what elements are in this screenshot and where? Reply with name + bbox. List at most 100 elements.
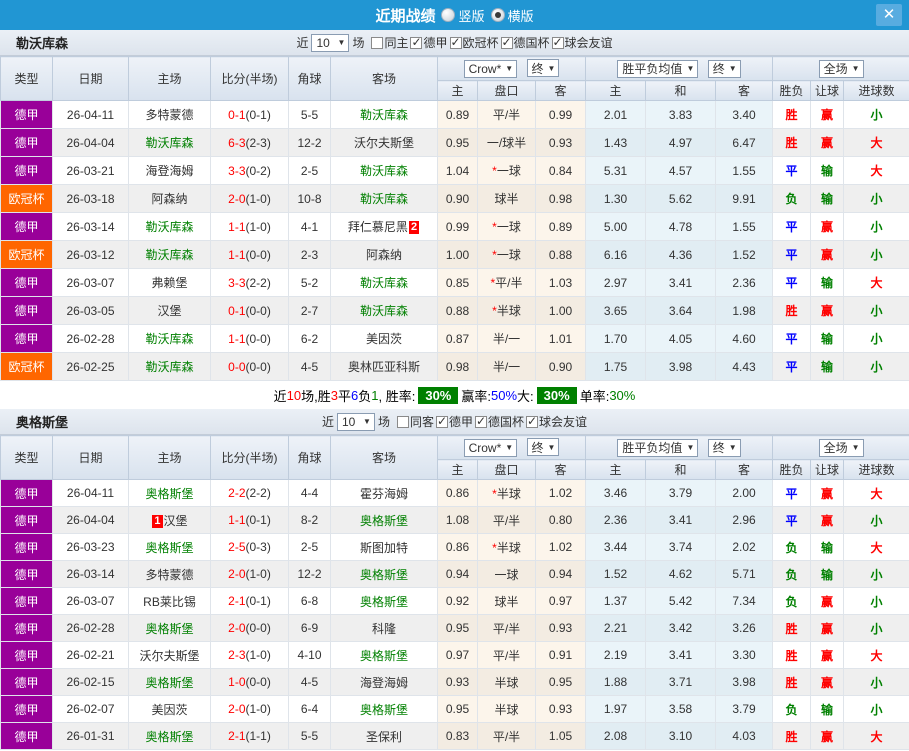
odds-away-cell: 0.88 xyxy=(536,241,586,269)
score-cell: 0-1(0-0) xyxy=(211,297,289,325)
match-row: 欧冠杯26-02-25勒沃库森0-0(0-0)4-5奥林匹亚科斯0.98半/一0… xyxy=(1,353,909,381)
odds-time-select[interactable]: 终▼ xyxy=(527,438,560,456)
score-cell: 1-0(0-0) xyxy=(211,669,289,696)
match-count-select[interactable]: 10 ▼ xyxy=(337,413,375,431)
league-type-cell: 德甲 xyxy=(1,269,53,297)
star-marker: * xyxy=(492,487,497,501)
col-header-handicap: 盘口 xyxy=(478,81,536,101)
col-header-avg-home: 主 xyxy=(586,460,646,480)
chevron-down-icon: ▼ xyxy=(505,64,513,73)
filter-checkbox-同客[interactable]: 同客 xyxy=(397,413,434,430)
result-goals-cell: 大 xyxy=(844,480,909,507)
league-type-cell: 德甲 xyxy=(1,297,53,325)
bookmaker-select[interactable]: Crow*▼ xyxy=(464,439,518,457)
checkbox-checked-icon[interactable] xyxy=(475,416,487,428)
away-team-cell: 沃尔夫斯堡 xyxy=(331,129,438,157)
result-goals-cell: 大 xyxy=(844,157,909,185)
avg-draw-cell: 3.41 xyxy=(646,507,716,534)
checkbox-checked-icon[interactable] xyxy=(552,37,564,49)
avg-draw-cell: 3.58 xyxy=(646,696,716,723)
filter-checkbox-同主[interactable]: 同主 xyxy=(371,34,408,51)
corner-cell: 6-9 xyxy=(289,615,331,642)
score-cell: 6-3(2-3) xyxy=(211,129,289,157)
home-team-cell: 美因茨 xyxy=(129,696,211,723)
summary-text: 赢率: xyxy=(461,386,491,405)
checkbox-checked-icon[interactable] xyxy=(501,37,513,49)
odds-time-select[interactable]: 终▼ xyxy=(527,59,560,77)
result-wdl-cell: 负 xyxy=(773,588,811,615)
radio-label-horizontal: 横版 xyxy=(508,6,534,25)
chevron-down-icon: ▼ xyxy=(548,64,556,73)
avg-time-select[interactable]: 终▼ xyxy=(708,439,741,457)
team-name: 勒沃库森 xyxy=(360,304,408,318)
home-team-cell: 奥格斯堡 xyxy=(129,669,211,696)
filter-checkbox-德国杯[interactable]: 德国杯 xyxy=(501,34,550,51)
checkbox-unchecked-icon[interactable] xyxy=(397,416,409,428)
col-header-result: 胜负 xyxy=(773,81,811,101)
layout-radio-horizontal[interactable]: 横版 xyxy=(491,6,534,25)
result-group-header: 全场▼ xyxy=(773,436,909,460)
checkbox-checked-icon[interactable] xyxy=(526,416,538,428)
home-team-cell: 奥格斯堡 xyxy=(129,615,211,642)
close-button[interactable]: ✕ xyxy=(876,4,902,26)
col-header-home: 主场 xyxy=(129,436,211,480)
league-type-cell: 德甲 xyxy=(1,723,53,750)
filter-checkbox-球会友谊[interactable]: 球会友谊 xyxy=(552,34,613,51)
checkbox-checked-icon[interactable] xyxy=(436,416,448,428)
corner-cell: 10-8 xyxy=(289,185,331,213)
result-handicap-cell: 输 xyxy=(811,534,844,561)
filter-checkbox-球会友谊[interactable]: 球会友谊 xyxy=(526,413,587,430)
avg-type-select[interactable]: 胜平负均值▼ xyxy=(617,60,698,78)
score-cell: 2-0(1-0) xyxy=(211,185,289,213)
match-row: 德甲26-04-041汉堡1-1(0-1)8-2奥格斯堡1.08平/半0.802… xyxy=(1,507,909,534)
avg-time-select[interactable]: 终▼ xyxy=(708,60,741,78)
scope-select[interactable]: 全场▼ xyxy=(819,60,864,78)
halftime-score: (0-1) xyxy=(246,594,271,608)
fulltime-score: 2-0 xyxy=(228,621,245,635)
avg-type-select[interactable]: 胜平负均值▼ xyxy=(617,439,698,457)
score-cell: 1-1(1-0) xyxy=(211,213,289,241)
filter-checkbox-欧冠杯[interactable]: 欧冠杯 xyxy=(450,34,499,51)
league-type-cell: 欧冠杯 xyxy=(1,241,53,269)
result-goals-cell: 大 xyxy=(844,642,909,669)
record-summary: 近10场,胜3平6负1, 胜率:30%赢率:50% 大:30%单率:30% xyxy=(0,381,909,409)
home-team-cell: 奥格斯堡 xyxy=(129,723,211,750)
result-handicap-cell: 赢 xyxy=(811,480,844,507)
radio-unselected-icon[interactable] xyxy=(441,8,455,22)
league-type-cell: 德甲 xyxy=(1,669,53,696)
match-count-select[interactable]: 10 ▼ xyxy=(311,34,349,52)
filter-checkbox-德国杯[interactable]: 德国杯 xyxy=(475,413,524,430)
filter-checkbox-德甲[interactable]: 德甲 xyxy=(410,34,447,51)
away-team-cell: 拜仁慕尼黑2 xyxy=(331,213,438,241)
corner-cell: 12-2 xyxy=(289,561,331,588)
bookmaker-select[interactable]: Crow*▼ xyxy=(464,60,518,78)
checkbox-unchecked-icon[interactable] xyxy=(371,37,383,49)
handicap-line-cell: 平/半 xyxy=(478,642,536,669)
layout-radio-vertical[interactable]: 竖版 xyxy=(441,6,484,25)
chevron-down-icon: ▼ xyxy=(505,443,513,452)
rank-badge: 2 xyxy=(409,221,419,234)
away-team-cell: 阿森纳 xyxy=(331,241,438,269)
away-team-cell: 斯图加特 xyxy=(331,534,438,561)
date-cell: 26-03-14 xyxy=(53,213,129,241)
odds-away-cell: 1.02 xyxy=(536,480,586,507)
odds-home-cell: 0.83 xyxy=(438,723,478,750)
checkbox-checked-icon[interactable] xyxy=(410,37,422,49)
halftime-score: (0-1) xyxy=(246,513,271,527)
summary-text: 大: xyxy=(517,386,534,405)
avg-home-cell: 3.44 xyxy=(586,534,646,561)
scope-select[interactable]: 全场▼ xyxy=(819,439,864,457)
home-team-cell: RB莱比锡 xyxy=(129,588,211,615)
corner-cell: 5-2 xyxy=(289,269,331,297)
team-name: 勒沃库森 xyxy=(145,136,193,150)
radio-selected-icon[interactable] xyxy=(491,8,505,22)
avg-draw-cell: 4.57 xyxy=(646,157,716,185)
checkbox-checked-icon[interactable] xyxy=(450,37,462,49)
handicap-line-cell: 平/半 xyxy=(478,507,536,534)
home-team-cell: 勒沃库森 xyxy=(129,213,211,241)
filter-checkbox-德甲[interactable]: 德甲 xyxy=(436,413,473,430)
team-name: 弗赖堡 xyxy=(151,276,187,290)
home-team-cell: 沃尔夫斯堡 xyxy=(129,642,211,669)
chevron-down-icon: ▼ xyxy=(729,64,737,73)
filter-unit-label: 场 xyxy=(378,413,390,430)
